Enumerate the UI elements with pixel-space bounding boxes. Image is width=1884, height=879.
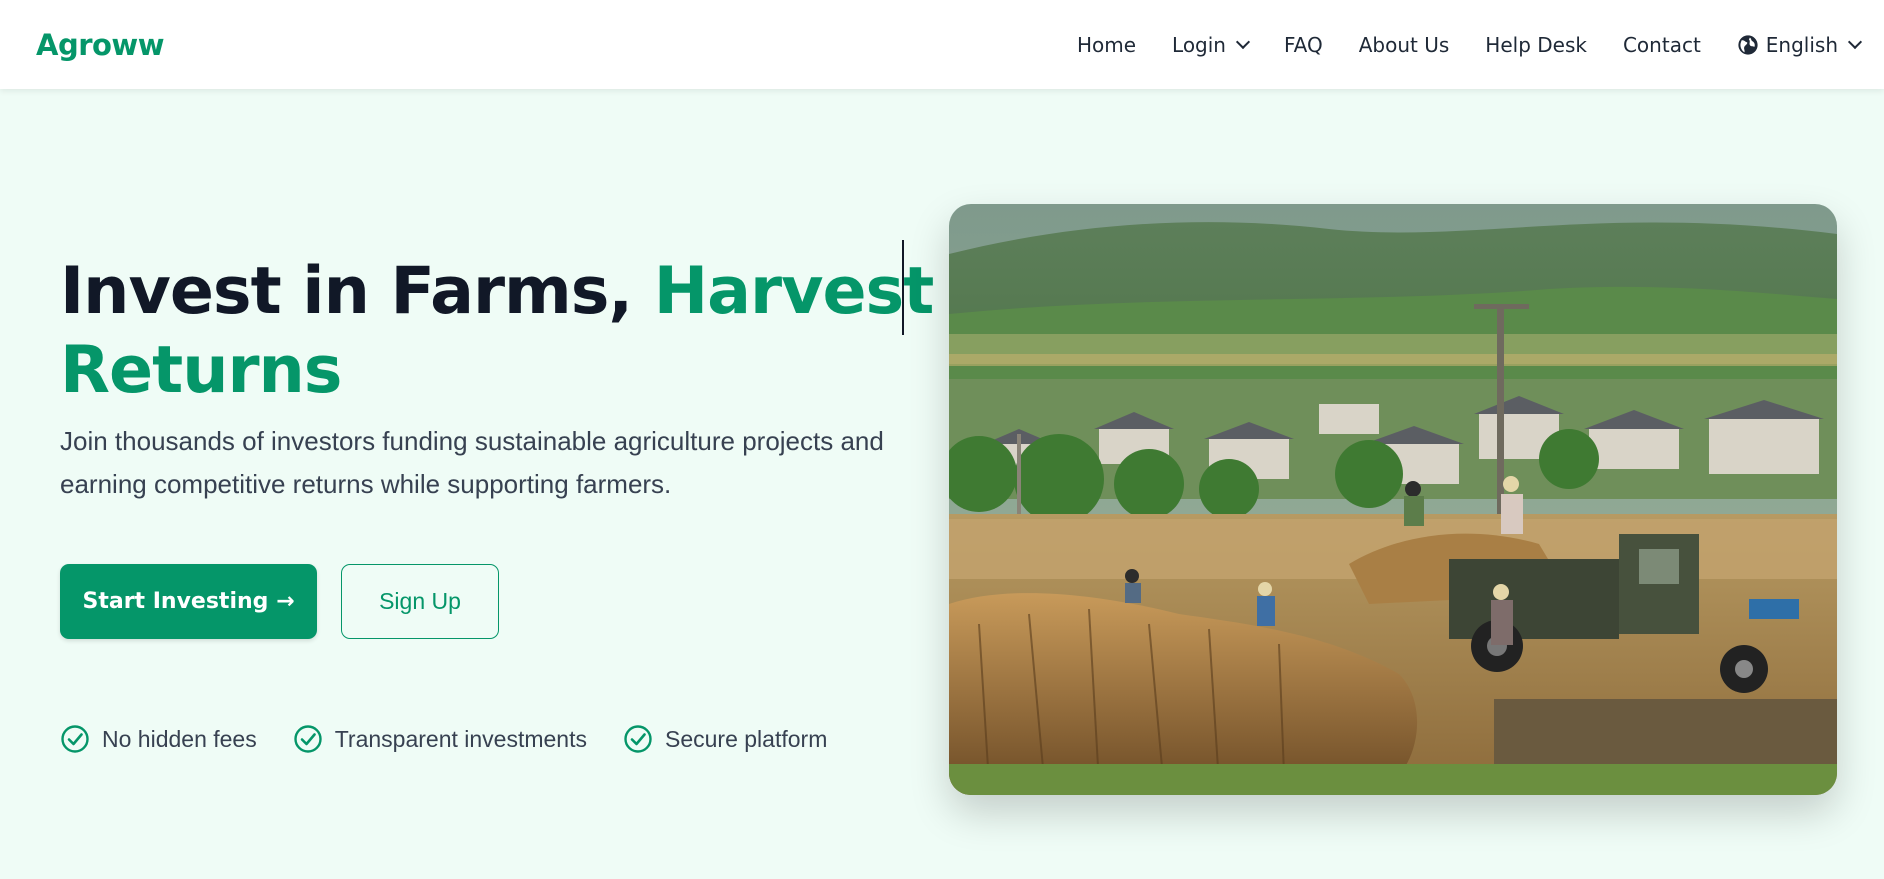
feature-label: No hidden fees: [102, 725, 257, 752]
nav-help-label: Help Desk: [1485, 32, 1587, 57]
hero-title-accent-a: Harves: [653, 254, 904, 329]
nav-about-us[interactable]: About Us: [1359, 33, 1450, 57]
check-circle-icon: [294, 725, 322, 753]
chevron-down-icon: [1235, 34, 1251, 49]
hero-subtitle: Join thousands of investors funding sust…: [60, 426, 884, 499]
chevron-down-icon: [1847, 34, 1863, 49]
hero-title: Invest in Farms, Harvest Returns: [60, 240, 960, 407]
hero-farm-image: [949, 204, 1837, 795]
feature-list: No hidden fees Transparent investments S…: [60, 724, 863, 754]
top-navbar: Agroww Home Login FAQ About Us Help Desk…: [0, 0, 1884, 89]
sign-up-button[interactable]: Sign Up: [341, 564, 499, 639]
nav-home[interactable]: Home: [1077, 33, 1136, 57]
feature-item: Secure platform: [623, 724, 827, 754]
brand-logo[interactable]: Agroww: [36, 28, 165, 62]
start-investing-button[interactable]: Start Investing →: [60, 564, 317, 639]
check-circle-icon: [624, 725, 652, 753]
hero-title-accent-line2: Returns: [60, 333, 343, 408]
check-circle-icon: [61, 725, 89, 753]
nav-faq[interactable]: FAQ: [1284, 33, 1323, 57]
nav-login-dropdown[interactable]: Login: [1172, 32, 1251, 57]
globe-icon: [1738, 34, 1758, 55]
nav-home-label: Home: [1076, 32, 1137, 57]
farm-harvest-illustration: [949, 204, 1837, 795]
hero-title-accent-b: t: [903, 254, 934, 329]
feature-label: Transparent investments: [334, 725, 587, 752]
hero-title-part1: Invest in Farms,: [60, 254, 654, 329]
nav-login-label: Login: [1172, 32, 1226, 57]
feature-label: Secure platform: [665, 725, 828, 752]
language-selector[interactable]: English: [1737, 32, 1863, 57]
nav-contact-label: Contact: [1622, 32, 1701, 57]
nav-faq-label: FAQ: [1284, 32, 1323, 57]
nav-links: Home Login FAQ About Us Help Desk Contac…: [1041, 0, 1863, 89]
language-label: English: [1765, 32, 1838, 57]
nav-help-desk[interactable]: Help Desk: [1485, 33, 1587, 57]
nav-about-label: About Us: [1358, 32, 1450, 57]
nav-contact[interactable]: Contact: [1623, 33, 1701, 57]
feature-item: No hidden fees: [60, 724, 257, 754]
feature-item: Transparent investments: [293, 724, 587, 754]
